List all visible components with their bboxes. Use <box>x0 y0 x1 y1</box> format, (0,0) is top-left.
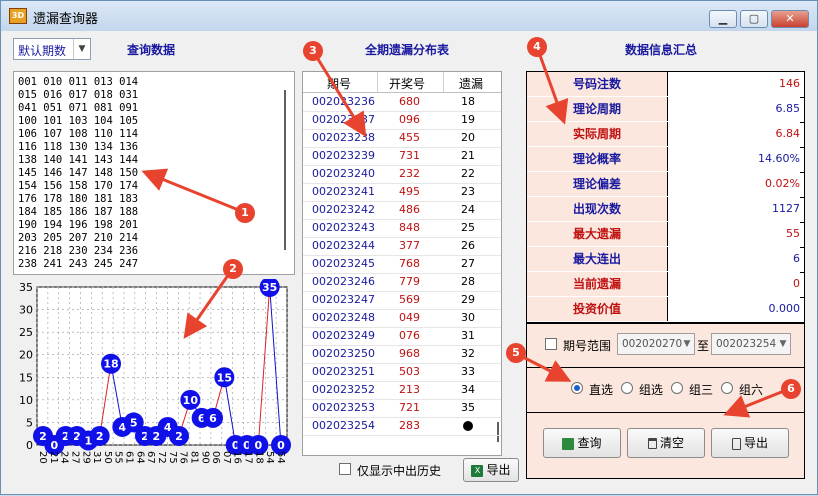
annotation-marker: 5 <box>506 343 526 363</box>
annotation-marker: 4 <box>527 37 547 57</box>
annotation-marker: 6 <box>781 379 801 399</box>
annotation-marker: 3 <box>303 41 323 61</box>
annotation-marker: 1 <box>235 203 255 223</box>
annotation-marker: 2 <box>223 259 243 279</box>
main-window: 3D 遗漏查询器 ▁ ▢ ✕ 默认期数 ▼ 查询数据 001 010 011 0… <box>0 0 818 495</box>
annotation-overlay <box>141 46 790 418</box>
